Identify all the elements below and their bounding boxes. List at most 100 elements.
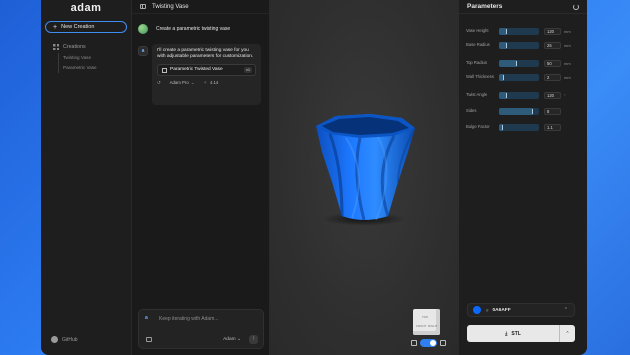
version-indicator: ✧ 4.14 <box>203 80 218 86</box>
param-value-input[interactable]: 2 <box>544 73 561 81</box>
export-label: STL <box>511 330 521 337</box>
param-label: Top Radius <box>466 59 487 65</box>
cube-icon <box>162 67 167 73</box>
composer-model-selector[interactable]: Adam ⌄ <box>223 337 241 342</box>
creations-section[interactable]: Creations <box>45 44 127 50</box>
restore-button[interactable]: ↺ <box>157 80 164 86</box>
send-button[interactable]: ↑ <box>249 335 258 344</box>
vase-model[interactable] <box>312 112 417 224</box>
slider-knob[interactable] <box>506 28 507 34</box>
sidebar-item-twisting-vase[interactable]: Twisting Vase <box>63 53 127 63</box>
color-swatch[interactable] <box>473 306 481 314</box>
user-message-text: Create a parametric twisting vase <box>156 26 231 32</box>
3d-viewport[interactable]: TOP FRONT RIGHT <box>270 0 459 355</box>
param-slider[interactable] <box>499 107 539 115</box>
app-window: adam + New Creation Creations Twisting V… <box>41 0 587 355</box>
param-slider[interactable] <box>499 91 539 99</box>
model-selector[interactable]: Adam Pro ⌄ <box>170 80 198 86</box>
param-slider[interactable] <box>499 59 539 67</box>
adam-avatar-icon: a <box>138 46 148 56</box>
adam-logo-icon: a <box>145 315 148 321</box>
assistant-message: I'll create a parametric twisting vase f… <box>152 44 261 105</box>
param-unit: ° <box>564 92 566 98</box>
param-value-input[interactable]: 50 <box>544 59 561 67</box>
artifact-card[interactable]: Parametric Twisted Vase v1 <box>157 64 256 77</box>
toggle-sidebar-icon[interactable] <box>140 4 146 9</box>
artifact-title: Parametric Twisted Vase <box>170 67 223 73</box>
param-value-input[interactable]: 120 <box>544 27 561 35</box>
composer-model-label: Adam <box>223 337 236 342</box>
slider-knob[interactable] <box>532 108 533 114</box>
slider-knob[interactable] <box>506 92 507 98</box>
slider-knob[interactable] <box>502 74 504 80</box>
slider-knob[interactable] <box>516 60 517 66</box>
param-unit: mm <box>564 28 571 34</box>
download-stl-button[interactable]: ⤓ STL <box>467 325 559 342</box>
github-link[interactable]: GitHub <box>51 336 78 343</box>
hash-symbol: # <box>486 307 489 313</box>
color-picker[interactable]: # 0A6AFF ⌃ <box>467 303 575 317</box>
restore-icon: ↺ <box>157 80 161 86</box>
github-label: GitHub <box>62 336 78 343</box>
param-label: Base Radius <box>466 41 490 47</box>
slider-knob[interactable] <box>502 124 503 130</box>
message-meta: ↺ Adam Pro ⌄ ✧ 4.14 <box>157 80 256 86</box>
image-upload-icon[interactable] <box>146 337 152 342</box>
param-value-input[interactable]: 25 <box>544 41 561 49</box>
param-value-input[interactable]: 1.1 <box>544 123 561 131</box>
parameters-panel: Parameters Vase Height 120 mm Base Radius 25… <box>459 0 587 355</box>
param-row: Base Radius 25 mm <box>466 39 582 51</box>
chat-title: Twisting Vase <box>152 3 189 10</box>
param-slider[interactable] <box>499 123 539 131</box>
sidebar: adam + New Creation Creations Twisting V… <box>41 0 132 355</box>
param-label: Twist Angle <box>466 91 488 97</box>
view-toggle[interactable] <box>420 339 437 347</box>
slider-fill <box>499 107 533 115</box>
parameters-title: Parameters <box>467 3 503 10</box>
version-label: 4.14 <box>209 80 219 86</box>
chevron-down-icon: ⌄ <box>190 80 195 86</box>
view-cube[interactable]: TOP FRONT RIGHT <box>413 309 440 335</box>
perspective-icon[interactable] <box>411 340 417 346</box>
github-icon <box>51 336 58 343</box>
composer-input[interactable]: Keep iterating with Adam... <box>159 316 218 322</box>
chevron-up-icon: ⌃ <box>565 330 570 337</box>
param-label: Bulge Factor <box>466 123 490 129</box>
artifact-version-badge: v1 <box>244 67 252 74</box>
param-row: Bulge Factor 1.1 <box>466 121 582 133</box>
param-slider[interactable] <box>499 41 539 49</box>
param-row: Twist Angle 120 ° <box>466 89 582 101</box>
param-value-input[interactable]: 8 <box>544 107 561 115</box>
user-message: Create a parametric twisting vase <box>138 24 230 34</box>
param-row: Top Radius 50 mm <box>466 57 582 69</box>
cube-face-top: TOP <box>422 315 429 319</box>
reset-icon[interactable] <box>573 3 579 10</box>
param-label: Vase Height <box>466 27 489 33</box>
new-creation-button[interactable]: + New Creation <box>45 21 127 33</box>
param-label: Wall Thickness <box>466 73 494 79</box>
model-label: Adam Pro <box>169 80 189 86</box>
sidebar-item-parametric-vase[interactable]: Parametric Vase <box>63 63 127 73</box>
slider-knob[interactable] <box>506 42 507 48</box>
viewport-controls <box>408 339 449 347</box>
creations-title: Creations <box>63 44 86 50</box>
download-icon: ⤓ <box>505 330 508 337</box>
param-unit: mm <box>564 74 571 80</box>
plus-icon: + <box>53 23 58 31</box>
ortho-icon[interactable] <box>440 340 446 346</box>
assistant-message-text: I'll create a parametric twisting vase f… <box>157 48 254 60</box>
chevron-up-icon[interactable]: ⌃ <box>564 307 568 313</box>
export-format-menu[interactable]: ⌃ <box>559 325 575 342</box>
param-slider[interactable] <box>499 73 539 81</box>
param-value-input[interactable]: 120 <box>544 91 561 99</box>
new-creation-label: New Creation <box>61 24 95 30</box>
color-hex-value[interactable]: 0A6AFF <box>493 308 511 313</box>
param-slider[interactable] <box>499 27 539 35</box>
chat-composer[interactable]: a Keep iterating with Adam... Adam ⌄ ↑ <box>138 309 264 349</box>
chat-header: Twisting Vase <box>132 0 269 14</box>
app-logo: adam <box>70 2 102 14</box>
param-label: Sides <box>466 107 477 113</box>
parameters-header: Parameters <box>459 0 587 14</box>
export-row: ⤓ STL ⌃ <box>467 325 575 342</box>
param-row: Vase Height 120 mm <box>466 25 582 37</box>
